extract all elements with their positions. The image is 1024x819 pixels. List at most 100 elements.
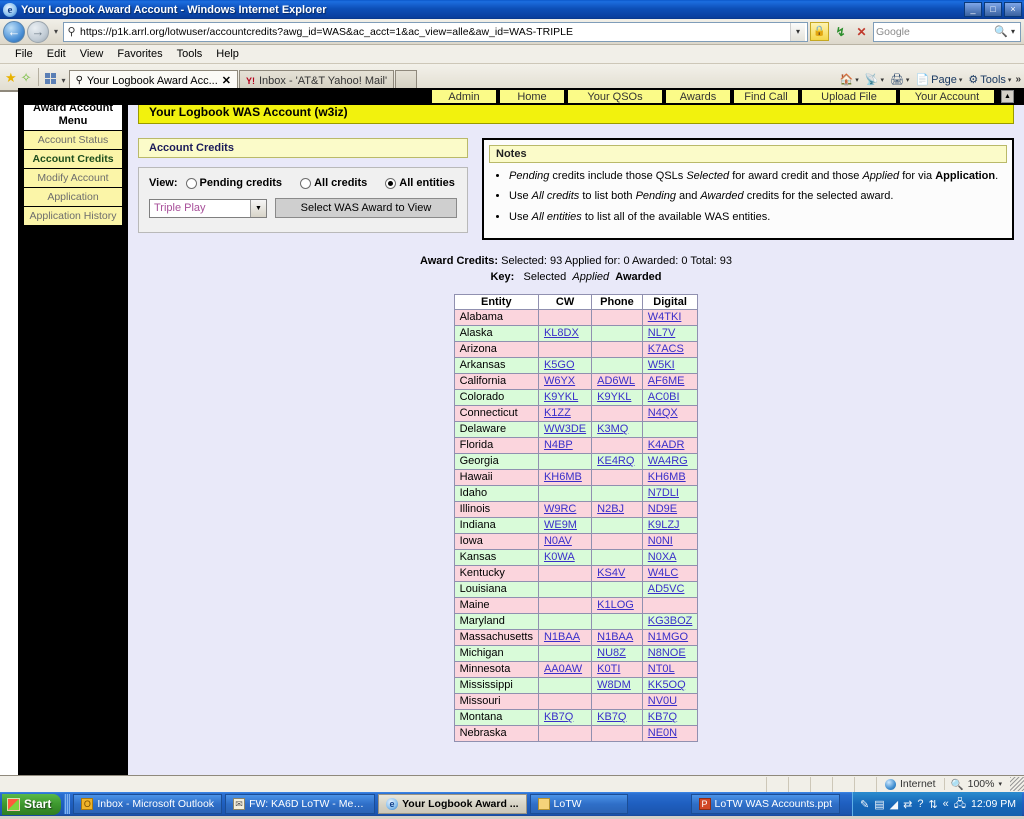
callsign-link[interactable]: NT0L <box>648 663 675 675</box>
new-tab-button[interactable] <box>395 70 418 90</box>
tab-list-caret-icon[interactable]: ▾ <box>59 76 69 85</box>
sidebar-item-account-status[interactable]: Account Status <box>23 131 123 151</box>
close-button[interactable]: × <box>1004 2 1022 17</box>
cell-digital[interactable]: NL7V <box>641 324 699 342</box>
callsign-link[interactable]: W6YX <box>544 375 575 387</box>
chevron-down-icon[interactable]: ▼ <box>250 199 266 217</box>
cell-phone[interactable]: K1LOG <box>591 596 643 614</box>
callsign-link[interactable]: W4TKI <box>648 311 682 323</box>
taskbar-item-outlook[interactable]: O Inbox - Microsoft Outlook <box>73 794 223 814</box>
feeds-icon[interactable]: 📡 ▾ <box>863 73 886 86</box>
menu-edit[interactable]: Edit <box>40 47 73 61</box>
callsign-link[interactable]: N0AV <box>544 535 572 547</box>
security-zone[interactable]: Internet <box>877 778 945 790</box>
forward-button[interactable]: → <box>27 20 49 43</box>
cell-cw[interactable]: K9YKL <box>537 388 593 406</box>
cell-phone[interactable]: W8DM <box>591 676 643 694</box>
cell-digital[interactable]: AD5VC <box>641 580 699 598</box>
cell-phone[interactable]: N2BJ <box>591 500 643 518</box>
callsign-link[interactable]: K0WA <box>544 551 575 563</box>
maximize-button[interactable]: □ <box>984 2 1002 17</box>
cell-digital[interactable]: W5KI <box>641 356 699 374</box>
cell-cw[interactable]: W6YX <box>537 372 593 390</box>
callsign-link[interactable]: NL7V <box>648 327 676 339</box>
callsign-link[interactable]: K9YKL <box>597 391 631 403</box>
callsign-link[interactable]: KS4V <box>597 567 625 579</box>
tools-menu-button[interactable]: ⚙ Tools ▾ <box>966 73 1013 87</box>
callsign-link[interactable]: N7DLI <box>648 487 679 499</box>
print-icon[interactable]: 🖨 ▾ <box>888 73 911 86</box>
nav-tab-your-qsos[interactable]: Your QSOs <box>567 89 663 104</box>
cell-cw[interactable]: N1BAA <box>537 628 593 646</box>
cell-digital[interactable]: W4TKI <box>641 308 699 326</box>
callsign-link[interactable]: N4QX <box>648 407 678 419</box>
cell-phone[interactable]: N1BAA <box>591 628 643 646</box>
tab-yahoo-inbox[interactable]: Y! Inbox - 'AT&T Yahoo! Mail' <box>238 70 395 90</box>
nav-tab-upload-file[interactable]: Upload File <box>801 89 897 104</box>
callsign-link[interactable]: NE0N <box>648 727 677 739</box>
cell-phone[interactable]: KE4RQ <box>591 452 643 470</box>
tablet-icon[interactable]: ▤ <box>874 798 884 811</box>
radio-icon[interactable] <box>300 177 312 189</box>
scroll-up-button[interactable]: ▲ <box>1001 90 1014 103</box>
radio-all-credits[interactable]: All credits <box>300 177 367 189</box>
sidebar-item-modify-account[interactable]: Modify Account <box>23 169 123 189</box>
cell-phone[interactable]: K9YKL <box>591 388 643 406</box>
cell-digital[interactable]: N8NOE <box>641 644 699 662</box>
cell-cw[interactable]: K1ZZ <box>537 404 593 422</box>
radio-all-entities[interactable]: All entities <box>385 177 455 189</box>
cell-digital[interactable]: KK5OQ <box>641 676 699 694</box>
cell-phone[interactable]: NU8Z <box>591 644 643 662</box>
speaker-icon[interactable]: ◢ <box>890 798 898 811</box>
clock[interactable]: 12:09 PM <box>971 798 1016 810</box>
favorites-center-icon[interactable]: ✧ <box>21 70 32 86</box>
cell-phone[interactable]: AD6WL <box>591 372 643 390</box>
pen-icon[interactable]: ✎ <box>860 798 869 811</box>
menu-file[interactable]: File <box>8 47 40 61</box>
nav-tab-awards[interactable]: Awards <box>665 89 731 104</box>
recent-pages-caret-icon[interactable]: ▾ <box>51 27 61 36</box>
callsign-link[interactable]: WE9M <box>544 519 577 531</box>
callsign-link[interactable]: N4BP <box>544 439 573 451</box>
callsign-link[interactable]: AD6WL <box>597 375 635 387</box>
cell-cw[interactable]: WW3DE <box>537 420 593 438</box>
callsign-link[interactable]: KB7Q <box>597 711 626 723</box>
cell-cw[interactable]: WE9M <box>537 516 593 534</box>
nav-tab-your-account[interactable]: Your Account <box>899 89 995 104</box>
menu-view[interactable]: View <box>73 47 111 61</box>
cell-digital[interactable]: AC0BI <box>641 388 699 406</box>
tab-close-icon[interactable]: ✕ <box>222 74 231 87</box>
search-input[interactable]: Google 🔍 ▾ <box>873 21 1021 42</box>
zoom-control[interactable]: 🔍 100% ▾ <box>945 778 1008 791</box>
callsign-link[interactable]: KK5OQ <box>648 679 686 691</box>
callsign-link[interactable]: W4LC <box>648 567 679 579</box>
network-status-icon[interactable]: 🖧 <box>954 795 966 814</box>
callsign-link[interactable]: W8DM <box>597 679 631 691</box>
callsign-link[interactable]: K1LOG <box>597 599 634 611</box>
url-input[interactable]: ⚲ https://p1k.arrl.org/lotwuser/accountc… <box>63 21 808 42</box>
minimize-button[interactable]: _ <box>964 2 982 17</box>
callsign-link[interactable]: K3MQ <box>597 423 628 435</box>
cell-digital[interactable]: WA4RG <box>641 452 699 470</box>
callsign-link[interactable]: W9RC <box>544 503 576 515</box>
cell-cw[interactable]: N4BP <box>537 436 593 454</box>
cell-digital[interactable]: K9LZJ <box>641 516 699 534</box>
callsign-link[interactable]: K4ADR <box>648 439 685 451</box>
start-button[interactable]: Start <box>2 793 62 815</box>
cell-digital[interactable]: KB7Q <box>641 708 699 726</box>
taskbar-item-powerpoint[interactable]: P LoTW WAS Accounts.ppt <box>690 794 841 814</box>
cell-cw[interactable]: AA0AW <box>537 660 593 678</box>
menu-help[interactable]: Help <box>209 47 246 61</box>
callsign-link[interactable]: KB7Q <box>648 711 677 723</box>
menu-favorites[interactable]: Favorites <box>110 47 169 61</box>
callsign-link[interactable]: KB7Q <box>544 711 573 723</box>
callsign-link[interactable]: WA4RG <box>648 455 688 467</box>
callsign-link[interactable]: AA0AW <box>544 663 582 675</box>
callsign-link[interactable]: WW3DE <box>544 423 586 435</box>
cell-digital[interactable]: K4ADR <box>641 436 699 454</box>
radio-pending-credits[interactable]: Pending credits <box>185 177 282 189</box>
callsign-link[interactable]: K1ZZ <box>544 407 571 419</box>
cell-digital[interactable]: N0NI <box>641 532 699 550</box>
cell-phone[interactable]: K3MQ <box>591 420 643 438</box>
cell-phone[interactable]: K0TI <box>591 660 643 678</box>
